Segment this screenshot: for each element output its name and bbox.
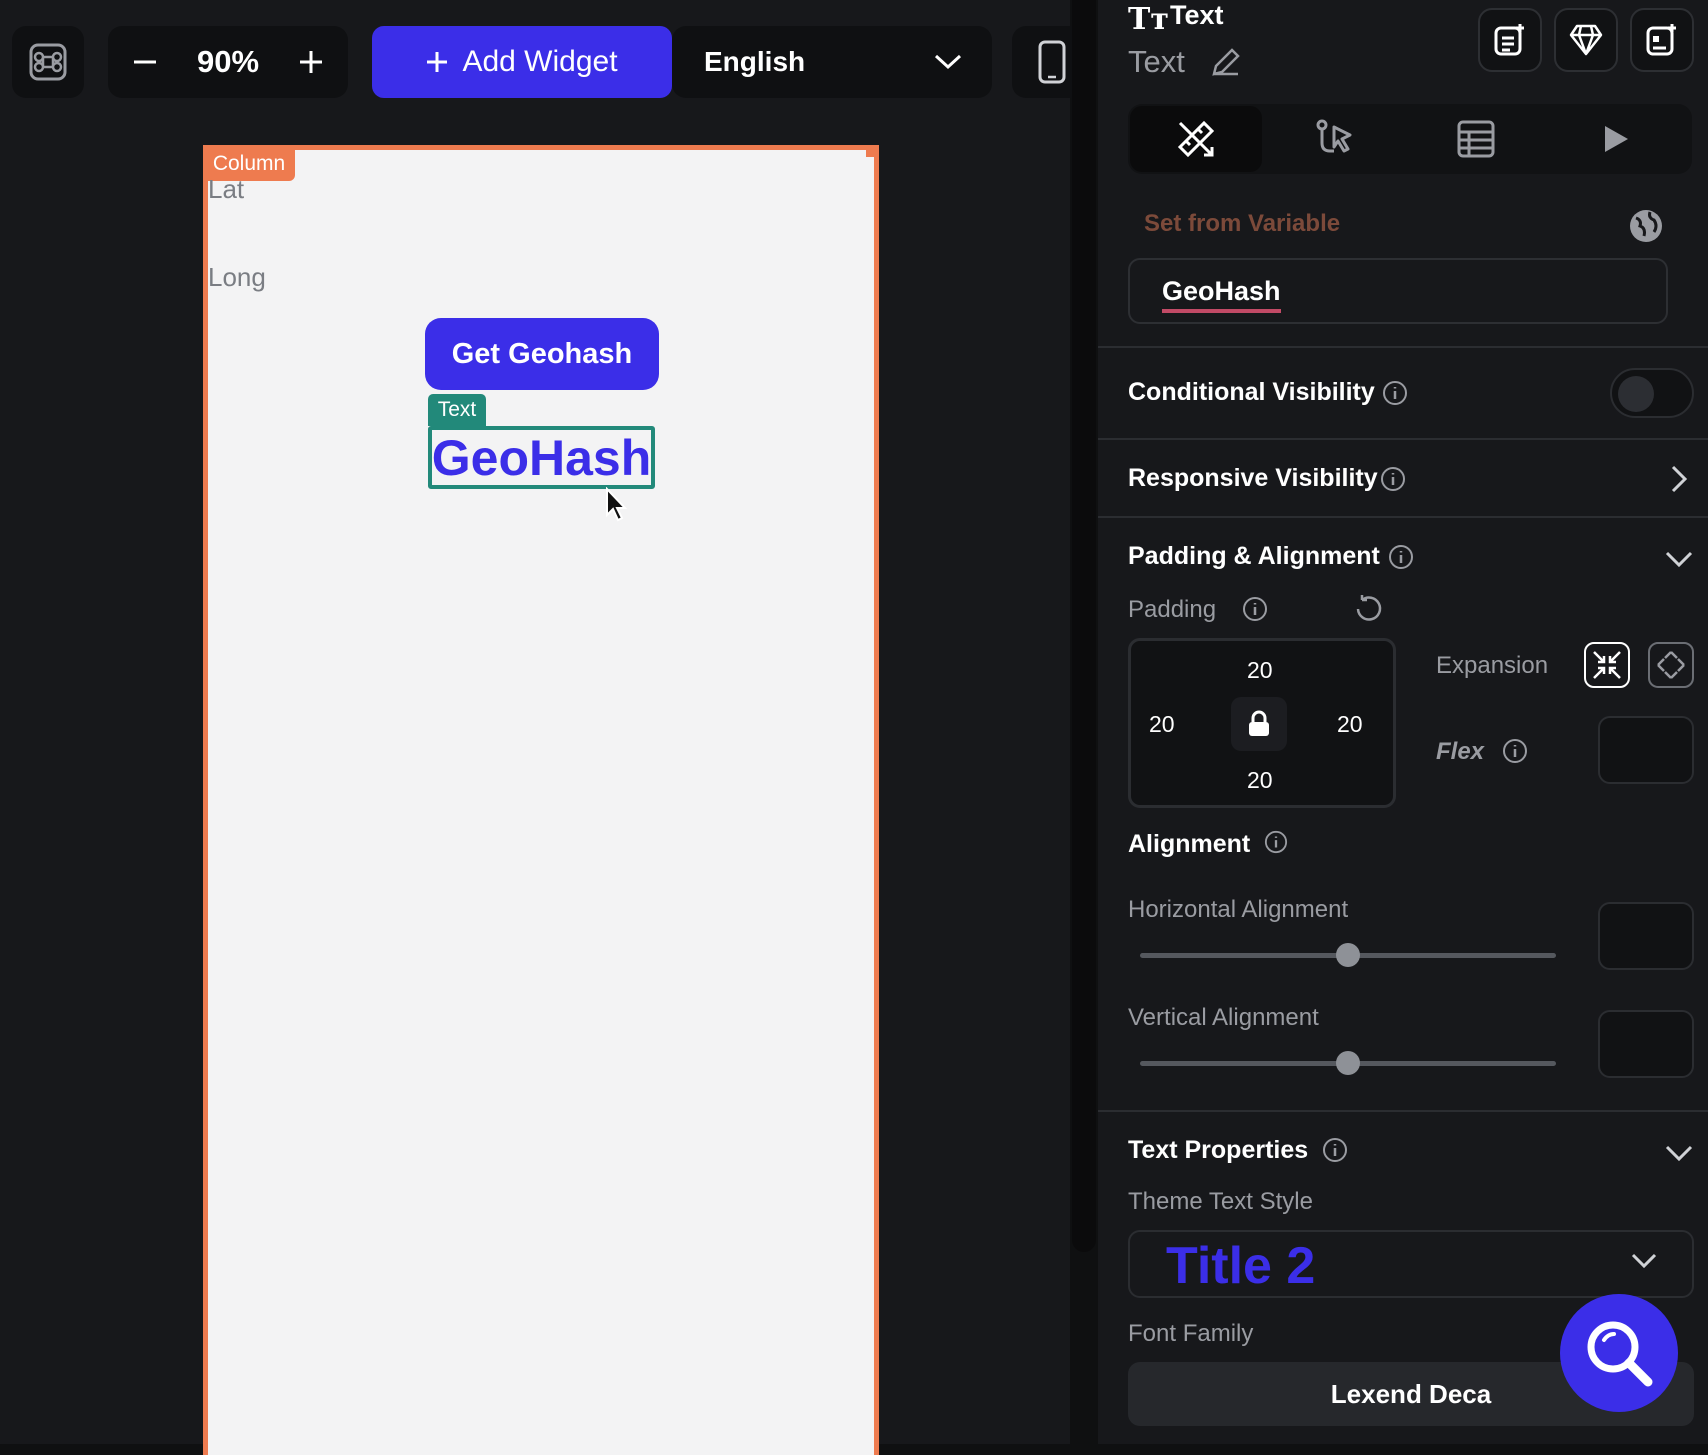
font-family-value: Lexend Deca	[1330, 1378, 1492, 1409]
flex-label: Flex	[1436, 738, 1485, 765]
set-from-variable-label[interactable]: Set from Variable	[1144, 210, 1340, 238]
variable-value-field[interactable]: GeoHash	[1128, 258, 1668, 324]
theme-text-style-value: Title 2	[1166, 1237, 1316, 1295]
geohash-text-widget[interactable]: GeoHash	[428, 426, 655, 489]
expansion-loose-button[interactable]	[1648, 642, 1694, 688]
tab-properties[interactable]	[1130, 106, 1262, 172]
plus-icon	[299, 51, 322, 73]
shrink-icon	[1593, 651, 1621, 679]
premium-button[interactable]	[1554, 8, 1618, 72]
padding-editor: 20 20 20 20	[1128, 638, 1396, 808]
cursor-flow-icon	[1316, 119, 1352, 153]
command-key-icon	[29, 43, 67, 81]
theme-text-style-label: Theme Text Style	[1128, 1188, 1313, 1215]
chevron-down-icon	[934, 54, 962, 70]
phone-icon	[1038, 40, 1066, 84]
add-widget-label: Add Widget	[462, 45, 618, 78]
padding-label: Padding	[1128, 596, 1217, 623]
info-icon[interactable]	[1380, 466, 1406, 492]
expansion-tight-button[interactable]	[1584, 642, 1630, 688]
font-family-label: Font Family	[1128, 1320, 1254, 1347]
horizontal-alignment-thumb[interactable]	[1336, 943, 1360, 967]
info-icon[interactable]	[1502, 738, 1528, 764]
zoom-level: 90%	[196, 44, 260, 79]
language-value: English	[704, 46, 806, 77]
add-to-library-button[interactable]	[1478, 8, 1542, 72]
lat-text[interactable]: Lat	[208, 174, 244, 205]
reset-icon[interactable]	[1354, 594, 1384, 624]
table-icon	[1457, 120, 1495, 158]
conditional-visibility-title: Conditional Visibility	[1128, 378, 1375, 406]
long-text[interactable]: Long	[208, 262, 266, 293]
text-properties-title[interactable]: Text Properties	[1128, 1136, 1308, 1165]
plus-icon	[427, 52, 448, 72]
alignment-title: Alignment	[1128, 830, 1251, 858]
tab-run[interactable]	[1550, 106, 1682, 172]
vertical-alignment-label: Vertical Alignment	[1128, 1004, 1319, 1031]
search-icon	[1587, 1321, 1653, 1387]
expansion-label: Expansion	[1436, 652, 1549, 679]
mouse-cursor-icon	[606, 487, 628, 522]
divider	[1098, 1110, 1708, 1112]
horizontal-alignment-input[interactable]	[1598, 902, 1694, 970]
text-type-icon: Tт	[1128, 2, 1169, 37]
divider	[1098, 346, 1708, 348]
tab-actions[interactable]	[1270, 106, 1402, 172]
horizontal-alignment-label: Horizontal Alignment	[1128, 896, 1349, 923]
widget-name: Text	[1128, 44, 1185, 79]
info-icon[interactable]	[1388, 544, 1414, 570]
add-component-button[interactable]	[1630, 8, 1694, 72]
panel-tabs	[1128, 104, 1692, 174]
expand-icon	[1657, 651, 1685, 679]
toggle-knob	[1618, 376, 1654, 412]
variable-value: GeoHash	[1162, 276, 1281, 313]
info-icon[interactable]	[1242, 596, 1268, 622]
zoom-control: 90%	[108, 26, 348, 98]
lock-icon	[1249, 710, 1269, 736]
add-widget-button[interactable]: Add Widget	[372, 26, 672, 98]
canvas-workspace: 90% Add Widget English Column Lat Long G…	[0, 0, 1092, 1455]
canvas-scrollbar[interactable]	[1072, 0, 1096, 1252]
padding-top-value[interactable]: 20	[1247, 657, 1273, 684]
zoom-in-button[interactable]	[294, 45, 328, 79]
padding-lock-button[interactable]	[1231, 697, 1287, 751]
zoom-out-button[interactable]	[128, 45, 162, 79]
flex-input[interactable]	[1598, 716, 1694, 784]
divider	[1098, 438, 1708, 440]
chevron-down-icon[interactable]	[1664, 1144, 1694, 1162]
keyboard-shortcuts-button[interactable]	[12, 26, 84, 98]
diamond-icon	[1569, 24, 1603, 56]
padding-bottom-value[interactable]: 20	[1247, 767, 1273, 794]
minus-icon	[134, 60, 156, 64]
ruler-pencil-icon	[1177, 120, 1215, 158]
widget-plus-icon	[1646, 24, 1676, 56]
info-icon[interactable]	[1322, 1137, 1348, 1163]
chevron-right-icon[interactable]	[1670, 464, 1688, 494]
info-icon[interactable]	[1264, 830, 1288, 854]
search-button[interactable]	[1560, 1294, 1678, 1412]
language-select[interactable]: English	[672, 26, 992, 98]
pencil-icon[interactable]	[1210, 46, 1242, 78]
panel-title: Text	[1170, 0, 1224, 30]
theme-text-style-select[interactable]: Title 2	[1128, 1230, 1694, 1298]
text-widget-tag[interactable]: Text	[428, 394, 486, 426]
chevron-down-icon	[1631, 1253, 1657, 1269]
properties-panel: Tт Text Text Set from Variable GeoHash C…	[1098, 0, 1708, 1444]
get-geohash-button[interactable]: Get Geohash	[425, 318, 659, 390]
play-icon	[1605, 126, 1628, 152]
chevron-down-icon[interactable]	[1664, 550, 1694, 568]
tab-backend-query[interactable]	[1410, 106, 1542, 172]
padding-right-value[interactable]: 20	[1337, 711, 1363, 738]
globe-icon[interactable]	[1628, 208, 1664, 244]
vertical-alignment-input[interactable]	[1598, 1010, 1694, 1078]
conditional-visibility-toggle[interactable]	[1610, 368, 1694, 418]
divider	[1098, 516, 1708, 518]
info-icon[interactable]	[1382, 380, 1408, 406]
vertical-alignment-thumb[interactable]	[1336, 1051, 1360, 1075]
responsive-visibility-title[interactable]: Responsive Visibility	[1128, 464, 1378, 493]
document-plus-icon	[1494, 24, 1524, 56]
padding-left-value[interactable]: 20	[1149, 711, 1175, 738]
resize-handle[interactable]	[866, 147, 876, 157]
padding-alignment-title[interactable]: Padding & Alignment	[1128, 542, 1380, 571]
